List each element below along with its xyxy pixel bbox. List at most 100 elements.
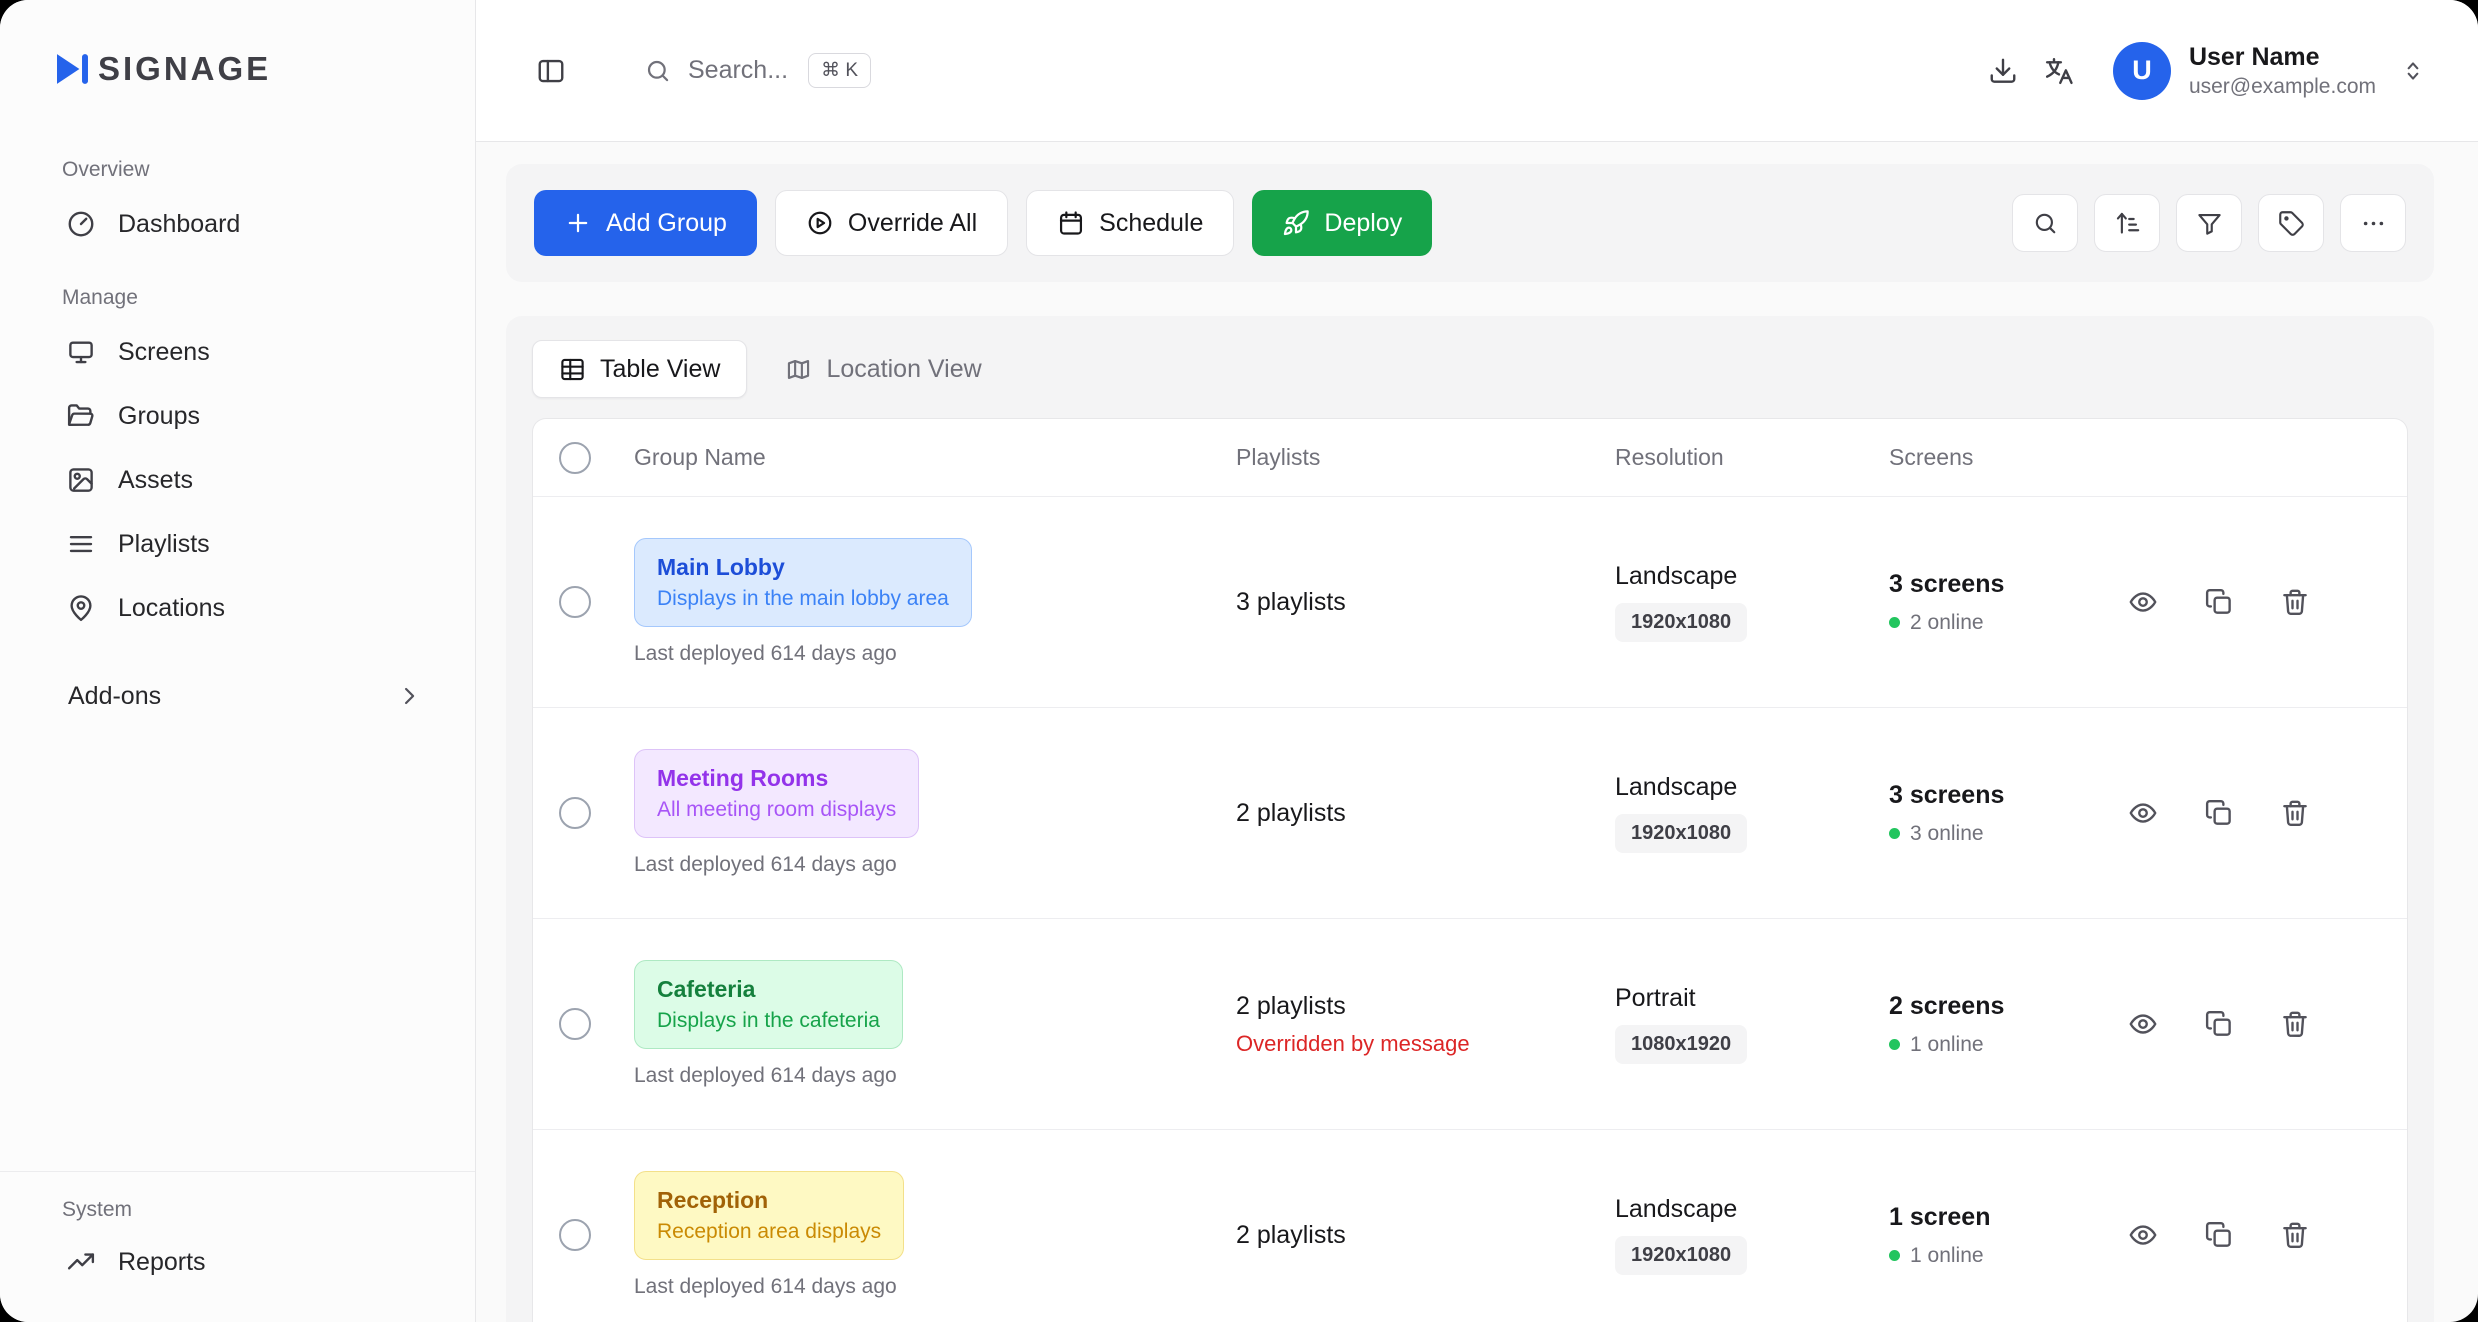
online-status: 3 online [1889, 822, 2128, 846]
sidebar-section-manage: Manage [0, 286, 475, 320]
view-button[interactable] [2128, 1220, 2158, 1250]
tag-button[interactable] [2258, 194, 2324, 252]
sidebar: SIGNAGE Overview Dashboard Manage Screen… [0, 0, 476, 1322]
row-checkbox[interactable] [559, 1008, 591, 1040]
user-meta: User Name user@example.com [2189, 43, 2376, 99]
map-icon [785, 356, 812, 383]
checkbox-cell [533, 1219, 634, 1251]
app-window: SIGNAGE Overview Dashboard Manage Screen… [0, 0, 2478, 1322]
last-deployed: Last deployed 614 days ago [634, 853, 897, 877]
group-cell: Reception Reception area displays Last d… [634, 1171, 1236, 1299]
download-button[interactable] [1975, 43, 2031, 99]
search-icon [644, 57, 672, 85]
sidebar-item-playlists[interactable]: Playlists [0, 512, 475, 576]
view-button[interactable] [2128, 587, 2158, 617]
view-tabs: Table View Location View [532, 340, 2408, 398]
tab-table-view[interactable]: Table View [532, 340, 747, 398]
filter-icon [2196, 210, 2223, 237]
group-name: Reception [657, 1187, 881, 1214]
view-button[interactable] [2128, 798, 2158, 828]
checkbox-cell [533, 1008, 634, 1040]
checkbox-cell [533, 797, 634, 829]
screens-cell: 1 screen 1 online [1889, 1203, 2128, 1268]
override-all-label: Override All [848, 209, 977, 238]
row-checkbox[interactable] [559, 1219, 591, 1251]
group-cell: Meeting Rooms All meeting room displays … [634, 749, 1236, 877]
online-dot-icon [1889, 1039, 1900, 1050]
group-badge: Cafeteria Displays in the cafeteria [634, 960, 903, 1049]
playlists-cell: 2 playlists [1236, 799, 1615, 828]
gauge-icon [66, 209, 96, 239]
search-input[interactable]: Search... ⌘ K [644, 53, 871, 88]
delete-button[interactable] [2280, 587, 2310, 617]
delete-button[interactable] [2280, 1220, 2310, 1250]
last-deployed: Last deployed 614 days ago [634, 1064, 897, 1088]
group-description: Displays in the cafeteria [657, 1009, 880, 1033]
deploy-button[interactable]: Deploy [1252, 190, 1432, 256]
tag-icon [2278, 210, 2305, 237]
download-icon [1988, 56, 2018, 86]
trash-icon [2280, 798, 2310, 828]
actions-cell [2128, 587, 2408, 617]
sidebar-item-reports[interactable]: Reports [0, 1230, 475, 1294]
resolution-cell: Landscape 1920x1080 [1615, 562, 1889, 642]
column-playlists: Playlists [1236, 444, 1615, 471]
sidebar-item-addons[interactable]: Add-ons [0, 664, 475, 728]
sidebar-item-label: Groups [118, 402, 200, 431]
deploy-label: Deploy [1324, 209, 1402, 238]
content-area: Add Group Override All Schedule Deploy [476, 142, 2478, 1322]
resolution-badge: 1920x1080 [1615, 603, 1747, 642]
sidebar-section-overview: Overview [0, 158, 475, 192]
delete-button[interactable] [2280, 798, 2310, 828]
sidebar-item-locations[interactable]: Locations [0, 576, 475, 640]
filter-button[interactable] [2176, 194, 2242, 252]
image-icon [66, 465, 96, 495]
table-row: Cafeteria Displays in the cafeteria Last… [533, 919, 2407, 1130]
avatar: U [2113, 42, 2171, 100]
sort-button[interactable] [2094, 194, 2160, 252]
group-name: Cafeteria [657, 976, 880, 1003]
column-group-name: Group Name [634, 444, 1236, 471]
sidebar-item-groups[interactable]: Groups [0, 384, 475, 448]
sidebar-item-assets[interactable]: Assets [0, 448, 475, 512]
duplicate-button[interactable] [2204, 1009, 2234, 1039]
add-group-button[interactable]: Add Group [534, 190, 757, 256]
duplicate-button[interactable] [2204, 798, 2234, 828]
playlists-count: 2 playlists [1236, 1221, 1615, 1250]
sidebar-item-screens[interactable]: Screens [0, 320, 475, 384]
online-status: 1 online [1889, 1033, 2128, 1057]
tab-location-view[interactable]: Location View [759, 340, 1007, 398]
toolbar-right [2012, 194, 2406, 252]
table-search-button[interactable] [2012, 194, 2078, 252]
sidebar-item-dashboard[interactable]: Dashboard [0, 192, 475, 256]
language-button[interactable] [2031, 43, 2087, 99]
sidebar-item-label: Reports [118, 1248, 206, 1277]
schedule-button[interactable]: Schedule [1026, 190, 1234, 256]
delete-button[interactable] [2280, 1009, 2310, 1039]
playlists-cell: 3 playlists [1236, 588, 1615, 617]
actions-cell [2128, 1009, 2408, 1039]
playlists-count: 2 playlists [1236, 992, 1615, 1021]
duplicate-button[interactable] [2204, 1220, 2234, 1250]
view-button[interactable] [2128, 1009, 2158, 1039]
sidebar-toggle-button[interactable] [524, 44, 578, 98]
copy-icon [2204, 798, 2234, 828]
screens-count: 1 screen [1889, 1203, 2128, 1232]
top-header: Search... ⌘ K U User Name user@example.c… [476, 0, 2478, 142]
more-options-button[interactable] [2340, 194, 2406, 252]
sidebar-item-label: Playlists [118, 530, 210, 559]
override-all-button[interactable]: Override All [775, 190, 1008, 256]
rocket-icon [1282, 209, 1310, 237]
online-count: 3 online [1910, 822, 1984, 846]
row-checkbox[interactable] [559, 797, 591, 829]
user-menu[interactable]: U User Name user@example.com [2113, 42, 2426, 100]
trash-icon [2280, 1220, 2310, 1250]
column-resolution: Resolution [1615, 444, 1889, 471]
playlists-count: 3 playlists [1236, 588, 1615, 617]
row-checkbox[interactable] [559, 586, 591, 618]
calendar-icon [1057, 209, 1085, 237]
group-name: Main Lobby [657, 554, 949, 581]
resolution-badge: 1080x1920 [1615, 1025, 1747, 1064]
select-all-checkbox[interactable] [559, 442, 591, 474]
duplicate-button[interactable] [2204, 587, 2234, 617]
